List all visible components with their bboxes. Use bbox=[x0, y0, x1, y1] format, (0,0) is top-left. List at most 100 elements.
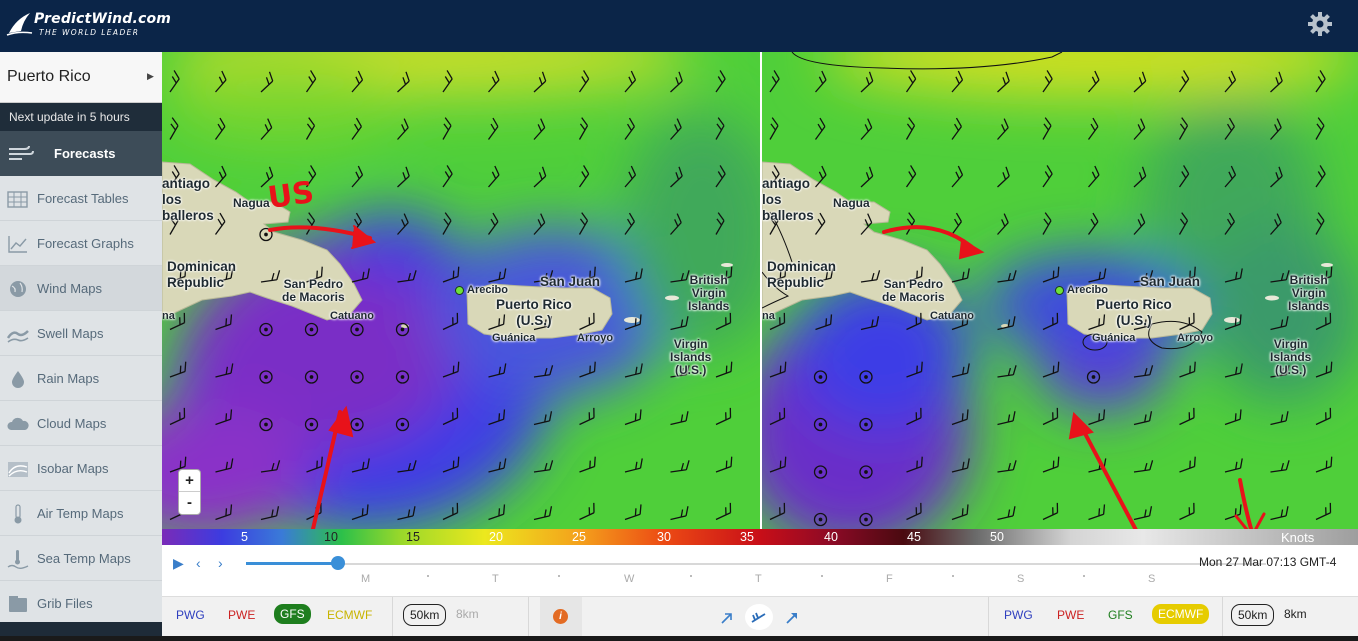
separator bbox=[1222, 597, 1223, 637]
sidebar-item-grib-files[interactable]: Grib Files bbox=[0, 581, 162, 626]
resolution-8km-left[interactable]: 8km bbox=[450, 604, 485, 624]
sidebar-item-wind-maps[interactable]: Wind Maps bbox=[0, 266, 162, 311]
gear-icon[interactable] bbox=[1307, 11, 1333, 37]
model-gfs-right[interactable]: GFS bbox=[1108, 608, 1133, 622]
arrow-ne-filled-icon[interactable] bbox=[785, 611, 799, 625]
timeline-tick bbox=[427, 575, 429, 577]
timeline-tick bbox=[821, 575, 823, 577]
map-gfs[interactable]: antiago los balleros Nagua Dominican Repub… bbox=[162, 52, 760, 529]
sidebar-item-label: Air Temp Maps bbox=[37, 506, 124, 521]
label-puerto-rico: Puerto Rico (U.S.) bbox=[496, 297, 572, 328]
label-arroyo: Arroyo bbox=[577, 332, 614, 344]
model-bar: PWG PWE GFS ECMWF 50km 8km i PWG PWE GFS ECMWF… bbox=[162, 596, 1358, 637]
timeline-tick bbox=[1083, 575, 1085, 577]
label-british-virgin-islands: British Virgin Islands bbox=[688, 273, 730, 313]
model-pwg-left[interactable]: PWG bbox=[176, 608, 205, 622]
label-british-virgin-islands: British Virgin Islands bbox=[1288, 273, 1330, 313]
play-icon[interactable]: ▶ bbox=[173, 555, 184, 572]
timeline-day[interactable]: S bbox=[1148, 573, 1155, 585]
resolution-50km-right[interactable]: 50km bbox=[1231, 604, 1275, 626]
model-ecmwf-right[interactable]: ECMWF bbox=[1152, 604, 1210, 624]
chevron-left-icon[interactable]: ‹ bbox=[196, 555, 201, 571]
sidebar-item-label: Sea Temp Maps bbox=[37, 551, 131, 566]
sidebar-item-cloud-maps[interactable]: Cloud Maps bbox=[0, 401, 162, 446]
sidebar-item-label: Forecast Graphs bbox=[37, 236, 134, 251]
scale-label: 40 bbox=[824, 530, 838, 544]
scale-label: 20 bbox=[489, 530, 503, 544]
label-dominican-republic: Dominican Republic bbox=[167, 259, 237, 290]
sidebar-item-label: Isobar Maps bbox=[37, 461, 109, 476]
forecasts-section[interactable]: Forecasts bbox=[0, 131, 162, 176]
wind-speed-legend: 5 10 15 20 25 30 35 40 45 50 bbox=[162, 529, 1358, 545]
zoom-out-button[interactable]: - bbox=[179, 492, 200, 514]
sea-temp-icon bbox=[7, 550, 29, 569]
sidebar-item-isobar-maps[interactable]: Isobar Maps bbox=[0, 446, 162, 491]
timeline-handle[interactable] bbox=[331, 556, 345, 570]
timeline-day[interactable]: T bbox=[492, 573, 499, 585]
info-icon: i bbox=[553, 609, 568, 624]
sidebar-item-air-temp-maps[interactable]: Air Temp Maps bbox=[0, 491, 162, 536]
timeline-day[interactable]: S bbox=[1017, 573, 1024, 585]
drop-icon bbox=[12, 371, 24, 388]
label-arecibo: Arecibo bbox=[1067, 284, 1108, 296]
separator bbox=[392, 597, 393, 637]
location-label: Puerto Rico bbox=[7, 68, 91, 85]
sidebar-item-sea-temp-maps[interactable]: Sea Temp Maps bbox=[0, 536, 162, 581]
info-button[interactable]: i bbox=[540, 597, 582, 637]
wind-icon bbox=[9, 145, 34, 160]
label-santiago: antiago los balleros bbox=[162, 176, 214, 223]
sidebar-item-label: Cloud Maps bbox=[37, 416, 107, 431]
model-pwg-right[interactable]: PWG bbox=[1004, 608, 1033, 622]
timeline-day[interactable]: W bbox=[624, 573, 634, 585]
label-santiago: antiago los balleros bbox=[762, 176, 814, 223]
sidebar-item-swell-maps[interactable]: Swell Maps bbox=[0, 311, 162, 356]
model-ecmwf-left[interactable]: ECMWF bbox=[327, 608, 372, 622]
graph-icon bbox=[8, 236, 27, 253]
timeline-track[interactable] bbox=[246, 563, 1266, 565]
chevron-right-icon: ▶ bbox=[147, 71, 154, 81]
chevron-right-icon[interactable]: › bbox=[218, 555, 223, 571]
resolution-50km-left[interactable]: 50km bbox=[403, 604, 447, 626]
map-ecmwf[interactable]: antiago los balleros Nagua Dominican Repub… bbox=[762, 52, 1358, 529]
zoom-in-button[interactable]: + bbox=[179, 470, 200, 492]
timeline-day[interactable]: M bbox=[361, 573, 370, 585]
label-guanica: Guánica bbox=[1092, 332, 1136, 344]
label-us-virgin-islands: Virgin Islands (U.S.) bbox=[670, 337, 712, 377]
grib-icon bbox=[9, 596, 27, 612]
separator bbox=[528, 597, 529, 637]
unit-label: Knots bbox=[1281, 530, 1315, 545]
wind-barb-toggle[interactable] bbox=[745, 604, 773, 630]
globe-icon bbox=[10, 281, 26, 297]
top-bar: PredictWind.com THE WORLD LEADER bbox=[0, 0, 1358, 52]
arrow-ne-icon[interactable] bbox=[720, 611, 734, 625]
resolution-8km-right[interactable]: 8km bbox=[1278, 604, 1313, 624]
label-na: na bbox=[162, 310, 175, 322]
label-us-virgin-islands: Virgin Islands (U.S.) bbox=[1270, 337, 1312, 377]
sidebar-item-label: Forecast Tables bbox=[37, 191, 129, 206]
model-pwe-right[interactable]: PWE bbox=[1057, 608, 1084, 622]
label-san-pedro: San Pedro de Macoris bbox=[882, 277, 945, 304]
label-nagua: Nagua bbox=[233, 196, 270, 210]
label-san-juan: San Juan bbox=[540, 274, 601, 289]
barb-icon bbox=[751, 612, 766, 623]
model-gfs-left[interactable]: GFS bbox=[274, 604, 311, 624]
forecasts-label: Forecasts bbox=[54, 146, 116, 161]
model-pwe-left[interactable]: PWE bbox=[228, 608, 255, 622]
thermometer-icon bbox=[14, 504, 22, 524]
scale-label: 35 bbox=[740, 530, 754, 544]
sidebar-item-forecast-graphs[interactable]: Forecast Graphs bbox=[0, 221, 162, 266]
label-catuano: Catuano bbox=[330, 310, 374, 322]
arecibo-marker bbox=[455, 286, 464, 295]
label-guanica: Guánica bbox=[492, 332, 536, 344]
bottom-strip bbox=[0, 636, 1358, 641]
location-selector[interactable]: Puerto Rico ▶ bbox=[0, 52, 162, 103]
sidebar-item-rain-maps[interactable]: Rain Maps bbox=[0, 356, 162, 401]
label-nagua: Nagua bbox=[833, 196, 870, 210]
scale-label: 5 bbox=[241, 530, 248, 544]
timeline-day[interactable]: T bbox=[755, 573, 762, 585]
arecibo-marker bbox=[1055, 286, 1064, 295]
sidebar-item-label: Swell Maps bbox=[37, 326, 104, 341]
sidebar-item-forecast-tables[interactable]: Forecast Tables bbox=[0, 176, 162, 221]
isobar-icon bbox=[8, 462, 28, 477]
timeline-day[interactable]: F bbox=[886, 573, 893, 585]
